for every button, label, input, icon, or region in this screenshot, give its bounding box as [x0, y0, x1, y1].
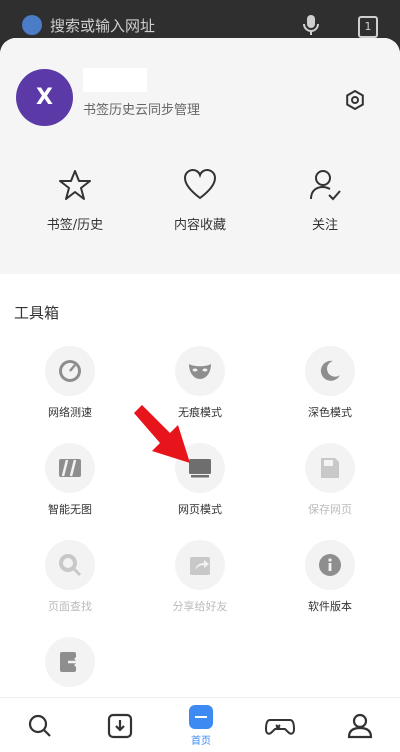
avatar[interactable]: X: [16, 69, 73, 126]
no-image-icon: [59, 459, 81, 477]
tool-label: 深色模式: [308, 406, 352, 419]
menu-sheet: X 书签历史云同步管理 书签/历史 内容收藏 关注 工具箱 网络测速 无痕模式 …: [0, 38, 400, 751]
star-icon: [59, 170, 91, 200]
bookmarks-history-button[interactable]: 书签/历史: [25, 168, 125, 233]
tool-network-speed[interactable]: 网络测速: [20, 346, 120, 420]
search-page-icon: [59, 554, 82, 577]
username-redacted: [83, 68, 147, 92]
profile-section: X 书签历史云同步管理 书签/历史 内容收藏 关注: [0, 38, 400, 274]
tool-save-page[interactable]: 保存网页: [280, 443, 380, 517]
search-icon[interactable]: [25, 711, 55, 741]
profile-icon[interactable]: [345, 711, 375, 741]
tab-count-button[interactable]: 1: [358, 16, 378, 38]
tool-label: 网页模式: [178, 503, 222, 516]
follow-label: 关注: [311, 218, 338, 233]
content-favorites-label: 内容收藏: [173, 218, 226, 233]
info-icon: [319, 554, 341, 576]
tool-label: 分享给好友: [172, 600, 228, 613]
tool-smart-no-image[interactable]: 智能无图: [20, 443, 120, 517]
tool-label: 智能无图: [48, 503, 92, 516]
microphone-icon[interactable]: [300, 13, 322, 37]
heart-icon: [183, 168, 217, 200]
tool-dark-mode[interactable]: 深色模式: [280, 346, 380, 420]
home-label[interactable]: 首页: [186, 732, 216, 747]
follow-button[interactable]: 关注: [275, 168, 375, 233]
content-favorites-button[interactable]: 内容收藏: [150, 168, 250, 233]
toolbox-title: 工具箱: [14, 304, 60, 322]
tool-share-friends[interactable]: 分享给好友: [150, 540, 250, 614]
follow-user-icon: [310, 170, 341, 201]
mask-icon: [189, 364, 211, 379]
sync-text[interactable]: 书签历史云同步管理: [83, 99, 200, 118]
tool-label: 页面查找: [48, 600, 92, 613]
home-icon[interactable]: [189, 705, 213, 729]
game-controller-icon[interactable]: [265, 711, 295, 741]
tool-label: 网络测速: [48, 406, 92, 419]
moon-icon: [320, 360, 340, 381]
address-bar-placeholder[interactable]: 搜索或输入网址: [50, 15, 155, 36]
bookmarks-history-label: 书签/历史: [46, 218, 104, 233]
exit-icon: [60, 652, 81, 672]
red-arrow-annotation: [134, 405, 190, 463]
settings-icon[interactable]: [343, 88, 367, 112]
bottom-navigation: 首页: [0, 697, 400, 752]
tool-software-version[interactable]: 软件版本: [280, 540, 380, 614]
tool-label: 保存网页: [308, 503, 352, 516]
tool-label: 软件版本: [308, 600, 352, 613]
share-icon: [190, 557, 210, 575]
download-icon[interactable]: [105, 711, 135, 741]
tool-find-in-page[interactable]: 页面查找: [20, 540, 120, 614]
search-engine-icon: [22, 15, 42, 35]
speedometer-icon: [59, 360, 81, 382]
save-page-icon: [321, 458, 339, 478]
